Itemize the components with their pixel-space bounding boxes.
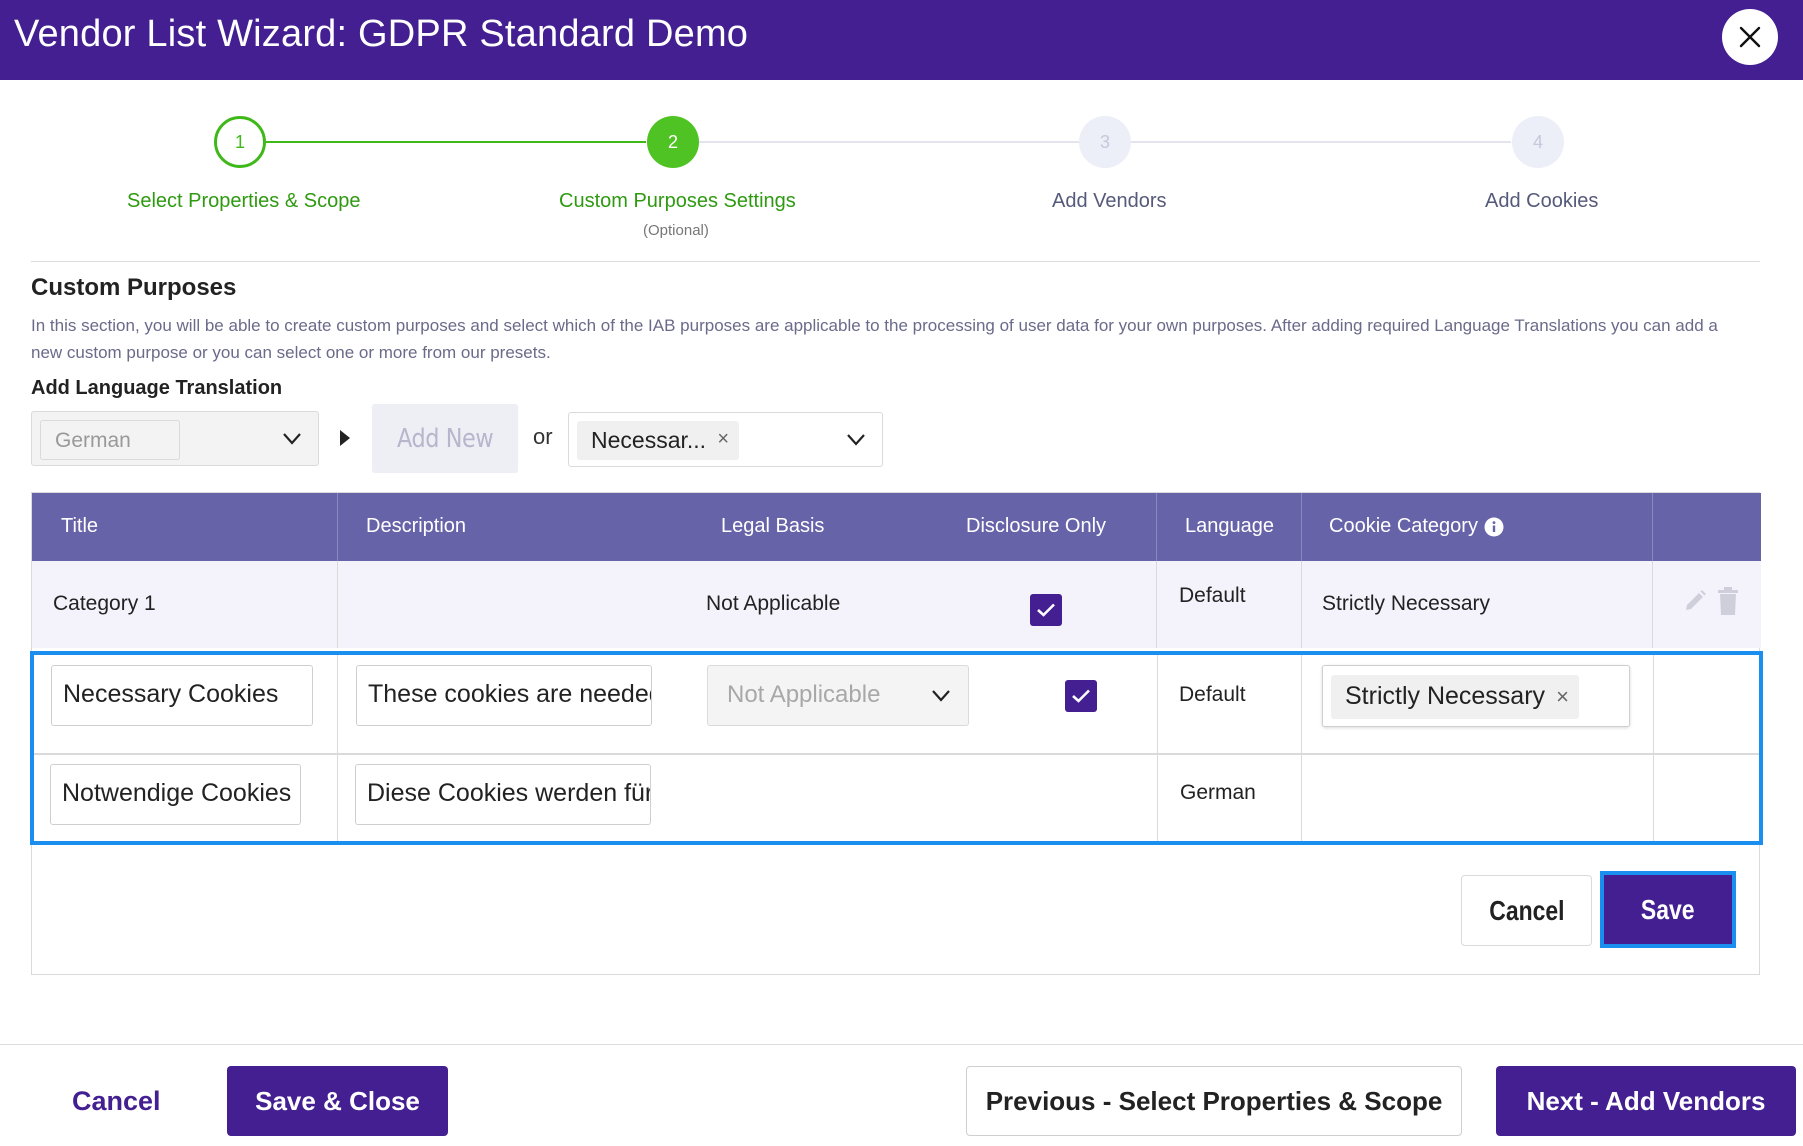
chip-remove-icon[interactable]: × [717,428,729,451]
add-new-button[interactable]: Add New [372,404,519,473]
edit-row-language: Default [1179,683,1246,706]
save-close-button[interactable]: Save & Close [227,1066,448,1136]
edit-pencil-icon[interactable] [1682,588,1708,614]
step-connector-3 [1131,141,1511,143]
step-2-number: 2 [667,131,678,152]
cell-separator [1653,655,1654,841]
next-button[interactable]: Next - Add Vendors [1496,1066,1796,1136]
save-close-label: Save & Close [255,1085,420,1116]
disclosure-only-checkbox[interactable] [1030,594,1062,626]
cookie-category-chip-label: Strictly Necessary [1345,682,1546,710]
language-chip: German [40,420,180,460]
chip-remove-icon[interactable]: × [1556,684,1569,710]
trash-icon[interactable] [1717,587,1739,615]
cell-separator [1652,561,1653,648]
modal-title: Vendor List Wizard: GDPR Standard Demo [14,13,749,55]
section-title: Custom Purposes [31,274,237,301]
cell-separator [1301,561,1302,648]
header-language: Language [1185,515,1274,537]
preset-chip-label: Necessar... [591,427,707,453]
row-save-button[interactable]: Save [1600,871,1736,948]
cell-separator [337,655,338,841]
step-3-number: 3 [1099,131,1110,152]
legal-basis-value: Not Applicable [727,681,881,708]
row-cancel-button[interactable]: Cancel [1461,875,1592,946]
title-input[interactable]: Necessary Cookies [51,665,313,726]
edit-row-language-german: German [1180,781,1256,804]
row-legal-basis: Not Applicable [706,592,841,615]
step-3-circle[interactable]: 3 [1079,116,1131,168]
header-title: Title [61,515,99,537]
preset-chip: Necessar... × [577,421,739,460]
header-legal-basis: Legal Basis [721,515,825,537]
close-button[interactable] [1722,9,1778,65]
row-cancel-label: Cancel [1488,894,1565,926]
title-input-german[interactable]: Notwendige Cookies [50,764,301,825]
edit-row-divider [34,753,1759,755]
step-1-circle[interactable]: 1 [214,116,266,168]
row-cookie-category: Strictly Necessary [1322,592,1491,615]
description-input-german[interactable]: Diese Cookies werden für [355,764,651,825]
edit-rows-container: Necessary Cookies These cookies are need… [30,651,1763,845]
chevron-down-icon [283,433,301,445]
row-language: Default [1179,584,1246,607]
step-2-optional: (Optional) [643,222,709,239]
row-save-label: Save [1641,893,1695,925]
step-1-number: 1 [234,131,245,152]
check-icon [1037,603,1055,617]
or-label: or [533,424,553,449]
header-separator [337,493,338,561]
step-1-label[interactable]: Select Properties & Scope [127,190,360,213]
step-4-number: 4 [1532,131,1543,152]
legal-basis-select[interactable]: Not Applicable [707,665,969,726]
language-translation-title: Add Language Translation [31,377,283,399]
chevron-down-icon [847,434,865,446]
step-connector-2 [699,141,1079,143]
header-disclosure-only: Disclosure Only [966,515,1107,537]
header-separator [1156,493,1157,561]
section-description: In this section, you will be able to cre… [31,316,1718,362]
preset-select[interactable]: Necessar... × [568,412,883,467]
cell-separator [1301,655,1302,841]
table-row: Category 1 Not Applicable Default Strict… [32,561,1761,648]
cookie-category-chip: Strictly Necessary × [1331,675,1579,719]
footer-cancel-link[interactable]: Cancel [72,1086,161,1117]
step-connector-1 [266,141,646,143]
header-cookie-category: Cookie Category [1329,515,1478,537]
footer-divider [0,1044,1803,1045]
cell-separator [1157,655,1158,841]
chevron-down-icon [932,690,950,702]
step-4-label[interactable]: Add Cookies [1485,190,1598,213]
next-label: Next - Add Vendors [1526,1085,1766,1116]
check-icon [1072,689,1090,703]
close-icon [1739,26,1761,48]
language-select[interactable]: German [31,411,319,466]
cell-separator [1156,561,1157,648]
info-icon[interactable] [1484,517,1504,537]
previous-button[interactable]: Previous - Select Properties & Scope [966,1066,1462,1136]
previous-label: Previous - Select Properties & Scope [985,1085,1443,1116]
table-header: Title Description Legal Basis Disclosure… [32,493,1761,561]
cookie-category-select[interactable]: Strictly Necessary × [1322,665,1630,727]
step-2-circle[interactable]: 2 [647,116,699,168]
step-2-label[interactable]: Custom Purposes Settings [559,190,796,213]
disclosure-only-checkbox[interactable] [1065,680,1097,712]
header-separator [1301,493,1302,561]
modal-header: Vendor List Wizard: GDPR Standard Demo [0,0,1803,80]
cell-separator [337,561,338,648]
play-arrow-icon [340,430,350,446]
stepper-divider [31,261,1760,262]
step-3-label[interactable]: Add Vendors [1052,190,1167,213]
step-4-circle[interactable]: 4 [1512,116,1564,168]
description-input[interactable]: These cookies are needed [356,665,652,726]
header-separator [1652,493,1653,561]
header-description: Description [366,515,467,537]
row-title: Category 1 [53,592,156,615]
